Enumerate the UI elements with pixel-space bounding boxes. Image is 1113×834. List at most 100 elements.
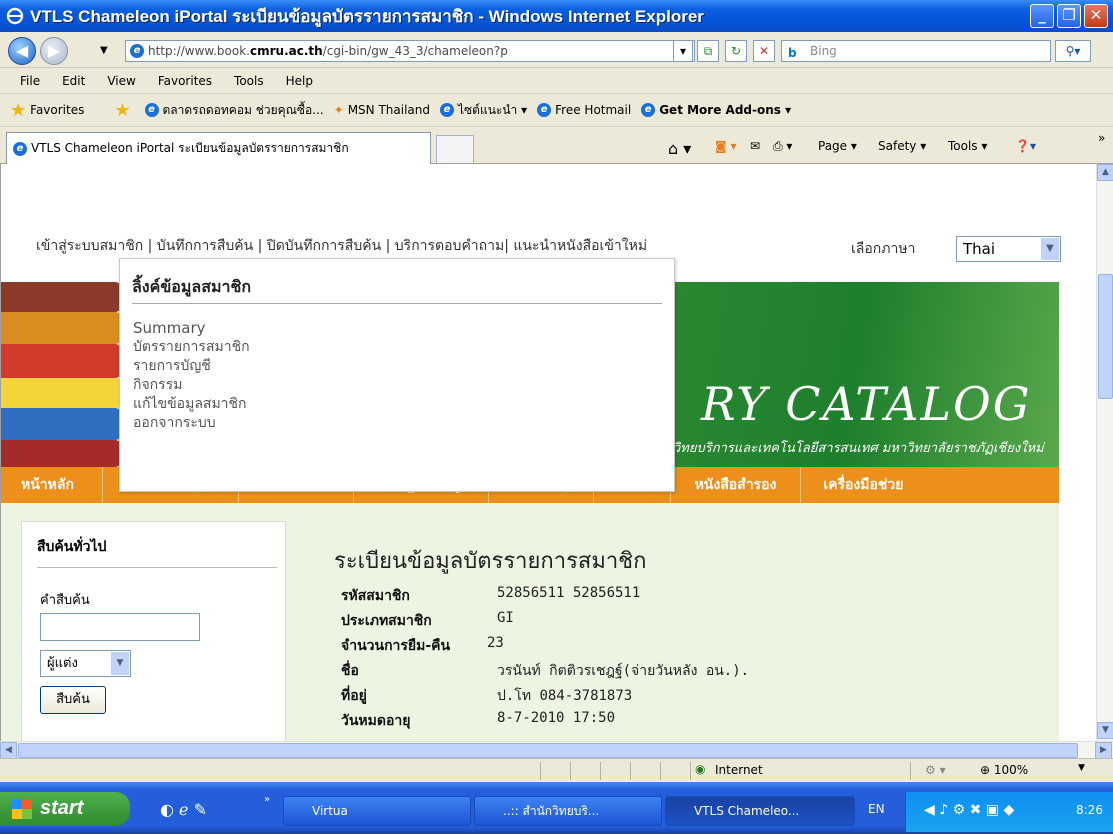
nav-reserve[interactable]: หนังสือสำรอง [671, 467, 802, 503]
tools-menu[interactable]: Tools ▾ [948, 139, 987, 153]
menu-favorites[interactable]: Favorites [158, 74, 212, 88]
quick-launch-icons[interactable]: ◐ ℯ ✎ [160, 800, 207, 819]
tab-active[interactable]: e VTLS Chameleon iPortal ระเบียนข้อมูลบัต… [6, 132, 431, 164]
compat-view-icon[interactable]: ⧉ [697, 40, 719, 62]
fav-item-1[interactable]: e ตลาดรถดอทคอม ช่วยคุณซื้อ... [144, 101, 324, 120]
close-button[interactable]: ✕ [1084, 4, 1108, 28]
scroll-up-icon[interactable]: ▲ [1097, 164, 1113, 181]
menu-view[interactable]: View [107, 74, 135, 88]
content-area: สืบค้นทั่วไป คำสืบค้น ผู้แต่ง ▼ สืบค้น ร… [1, 503, 1059, 741]
mail-icon[interactable]: ✉ [750, 139, 760, 153]
link-edit-profile[interactable]: แก้ไขข้อมูลสมาชิก [133, 395, 250, 414]
task-library[interactable]: ..:: สำนักวิทยบริ... [474, 796, 662, 826]
task-vtls[interactable]: VTLS Chameleo... [665, 796, 855, 826]
system-tray: ◀ ♪ ⚙ ✖ ▣ ◆ 8:26 [905, 792, 1113, 832]
windows-icon [12, 799, 32, 819]
forward-button[interactable]: ▶ [40, 37, 68, 65]
tray-icons[interactable]: ◀ ♪ ⚙ ✖ ▣ ◆ [924, 802, 1014, 818]
url-path: /cgi-bin/gw_43_3/chameleon?p [322, 44, 508, 58]
menu-edit[interactable]: Edit [62, 74, 85, 88]
nav-home[interactable]: หน้าหลัก [1, 467, 103, 503]
help-icon[interactable]: ❓▾ [1015, 139, 1036, 153]
vertical-scrollbar[interactable]: ▲ ▼ [1096, 164, 1113, 741]
top-nav[interactable]: เข้าสู่ระบบสมาชิก | บันทึกการสืบค้น | ปิ… [36, 236, 726, 256]
tab-bar: e VTLS Chameleon iPortal ระเบียนข้อมูลบัต… [0, 127, 1113, 164]
new-tab-button[interactable] [436, 135, 474, 163]
zone-label: Internet [715, 763, 763, 777]
home-icon[interactable]: ⌂ ▾ [668, 139, 691, 158]
page-icon: e [130, 44, 144, 58]
window-title: VTLS Chameleon iPortal ระเบียนข้อมูลบัตร… [30, 6, 704, 26]
msn-icon: ✦ [333, 103, 344, 117]
lang-select[interactable]: Thai ▼ [956, 236, 1061, 262]
search-term-input[interactable] [40, 613, 200, 641]
fav-item-5[interactable]: e Get More Add-ons ▾ [641, 103, 791, 117]
link-accounts[interactable]: รายการบัญชี [133, 357, 250, 376]
back-button[interactable]: ◀ [8, 37, 36, 65]
address-dropdown-icon[interactable]: ▾ [673, 40, 693, 62]
minimize-button[interactable]: _ [1030, 4, 1054, 28]
language-indicator[interactable]: EN [868, 802, 885, 816]
page-icon: e [144, 103, 159, 117]
quick-search-box: สืบค้นทั่วไป คำสืบค้น ผู้แต่ง ▼ สืบค้น [21, 521, 286, 741]
chevron-down-icon: ▼ [1041, 238, 1059, 260]
star-icon: ★ [10, 99, 27, 121]
menu-tools[interactable]: Tools [234, 74, 264, 88]
history-dropdown-icon[interactable]: ▼ [100, 45, 108, 56]
page-menu[interactable]: Page ▾ [818, 139, 857, 153]
link-member-card[interactable]: บัตรรายการสมาชิก [133, 338, 250, 357]
scroll-thumb[interactable] [18, 743, 1078, 758]
books-image [1, 282, 121, 467]
task-virtua[interactable]: Virtua [283, 796, 471, 826]
page-title: ระเบียนข้อมูลบัตรรายการสมาชิก [334, 549, 647, 574]
page-icon: e [641, 103, 656, 117]
search-field-select[interactable]: ผู้แต่ง ▼ [40, 650, 131, 677]
web-viewport: เข้าสู่ระบบสมาชิก | บันทึกการสืบค้น | ปิ… [0, 164, 1096, 741]
maximize-button[interactable]: ❐ [1057, 4, 1081, 28]
menu-file[interactable]: File [20, 74, 40, 88]
print-icon[interactable]: ⎙ ▾ [773, 139, 792, 154]
scroll-left-icon[interactable]: ◀ [0, 742, 17, 759]
search-term-label: คำสืบค้น [40, 593, 90, 608]
lang-label: เลือกภาษา [851, 241, 916, 257]
ie-icon: e [13, 141, 27, 156]
search-input[interactable]: b Bing [781, 40, 1051, 62]
link-activity[interactable]: กิจกรรม [133, 376, 250, 395]
zoom-dropdown-icon[interactable]: ▼ [1078, 763, 1085, 773]
fav-item-2[interactable]: ✦ MSN Thailand [334, 103, 430, 117]
url-domain: cmru.ac.th [249, 44, 323, 58]
banner-title: RY CATALOG [701, 377, 1032, 431]
refresh-icon[interactable]: ↻ [725, 40, 747, 62]
scroll-thumb[interactable] [1098, 274, 1113, 399]
search-icon[interactable]: ⚲▾ [1055, 40, 1091, 62]
stop-icon[interactable]: ✕ [753, 40, 775, 62]
menu-help[interactable]: Help [286, 74, 313, 88]
favorites-bar: ★ Favorites ★ e ตลาดรถดอทคอม ช่วยคุณซื้อ..… [0, 94, 1113, 127]
fav-item-3[interactable]: e ไซต์แนะนำ ▾ [440, 101, 527, 120]
bing-icon: b [788, 46, 797, 60]
scroll-down-icon[interactable]: ▼ [1097, 722, 1113, 739]
taskbar: start ◐ ℯ ✎ » Virtua ..:: สำนักวิทยบริ..… [0, 782, 1113, 834]
favorites-button[interactable]: ★ Favorites [10, 100, 84, 121]
fav-item-4[interactable]: e Free Hotmail [537, 103, 631, 117]
zoom-control[interactable]: ⊕ 100% [980, 763, 1028, 777]
quick-search-title: สืบค้นทั่วไป [37, 539, 107, 555]
add-favorite-icon[interactable]: ★ [114, 100, 134, 121]
search-button[interactable]: สืบค้น [40, 686, 106, 714]
banner-subtitle: สำนักวิทยบริการและเทคโนโลยีสารสนเทศ มหาว… [641, 441, 1044, 456]
safety-menu[interactable]: Safety ▾ [878, 139, 926, 153]
status-bar: ◉ Internet ⚙ ▾ ⊕ 100% ▼ [0, 758, 1113, 782]
scroll-right-icon[interactable]: ▶ [1095, 742, 1112, 759]
address-input[interactable]: e http://www.book.cmru.ac.th/cgi-bin/gw_… [125, 40, 695, 62]
protected-mode-icon[interactable]: ⚙ ▾ [925, 763, 946, 777]
feeds-icon[interactable]: ◙ ▾ [715, 139, 736, 153]
nav-tools[interactable]: เครื่องมือช่วย [801, 467, 925, 503]
chevron-more-icon[interactable]: » [1098, 131, 1105, 145]
divider [132, 303, 662, 304]
link-summary[interactable]: Summary [133, 319, 250, 338]
start-button[interactable]: start [0, 792, 130, 826]
link-logout[interactable]: ออกจากระบบ [133, 414, 250, 433]
globe-icon: ◉ [695, 762, 706, 776]
horizontal-scrollbar[interactable]: ◀ ▶ [0, 741, 1113, 759]
chevron-more-icon[interactable]: » [264, 794, 270, 805]
